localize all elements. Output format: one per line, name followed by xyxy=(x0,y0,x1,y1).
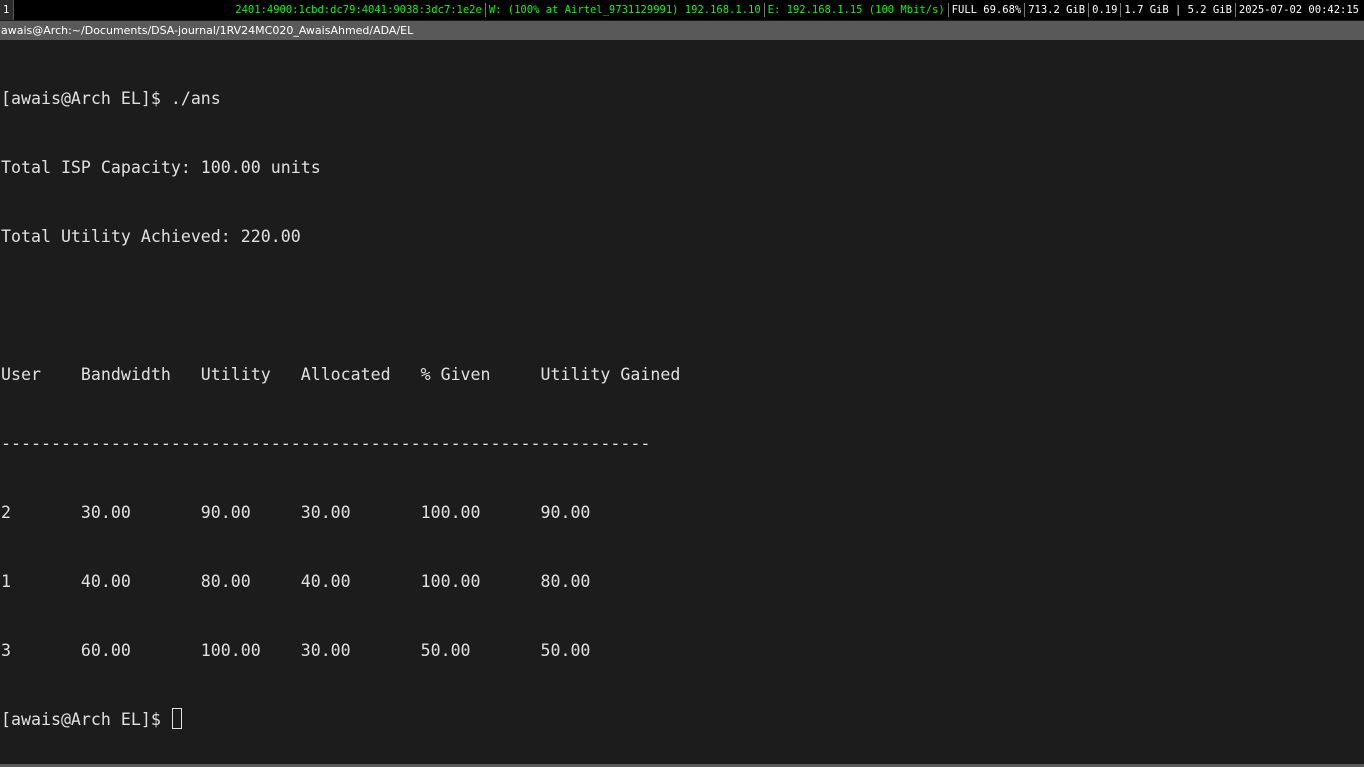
shell-prompt: [awais@Arch EL]$ xyxy=(1,710,171,729)
table-divider-line: ----------------------------------------… xyxy=(1,434,651,453)
terminal-output[interactable]: [awais@Arch EL]$ ./ans Total ISP Capacit… xyxy=(0,41,1364,764)
terminal-line: Total Utility Achieved: 220.00 xyxy=(1,227,301,246)
terminal-line: Total ISP Capacity: 100.00 units xyxy=(1,158,321,177)
status-bar: 1 2401:4900:1cbd:dc79:4041:9038:3dc7:1e2… xyxy=(0,0,1364,20)
window-title[interactable]: awais@Arch:~/Documents/DSA-journal/1RV24… xyxy=(0,21,1364,40)
terminal-line: [awais@Arch EL]$ ./ans xyxy=(1,89,221,108)
status-blocks: 2401:4900:1cbd:dc79:4041:9038:3dc7:1e2e … xyxy=(232,0,1362,20)
text-cursor xyxy=(171,708,182,729)
wireless-status: W: (100% at Airtel_9731129991) 192.168.1… xyxy=(488,4,761,16)
table-header-line: User Bandwidth Utility Allocated % Given… xyxy=(1,365,681,384)
table-row: 2 30.00 90.00 30.00 100.00 90.00 xyxy=(1,503,591,522)
table-row: 1 40.00 80.00 40.00 100.00 80.00 xyxy=(1,572,591,591)
datetime-status: 2025-07-02 00:42:15 xyxy=(1238,4,1359,16)
memory-status: 1.7 GiB | 5.2 GiB xyxy=(1124,4,1232,16)
load-status: 0.19 xyxy=(1092,4,1118,16)
disk-status: 713.2 GiB xyxy=(1028,4,1086,16)
ipv6-status: 2401:4900:1cbd:dc79:4041:9038:3dc7:1e2e xyxy=(235,4,482,16)
ethernet-status: E: 192.168.1.15 (100 Mbit/s) xyxy=(767,4,945,16)
prompt-line[interactable]: [awais@Arch EL]$ xyxy=(1,708,1364,731)
table-row: 3 60.00 100.00 30.00 50.00 50.00 xyxy=(1,641,591,660)
battery-status: FULL 69.68% xyxy=(951,4,1022,16)
workspace-indicator[interactable]: 1 xyxy=(0,0,14,20)
